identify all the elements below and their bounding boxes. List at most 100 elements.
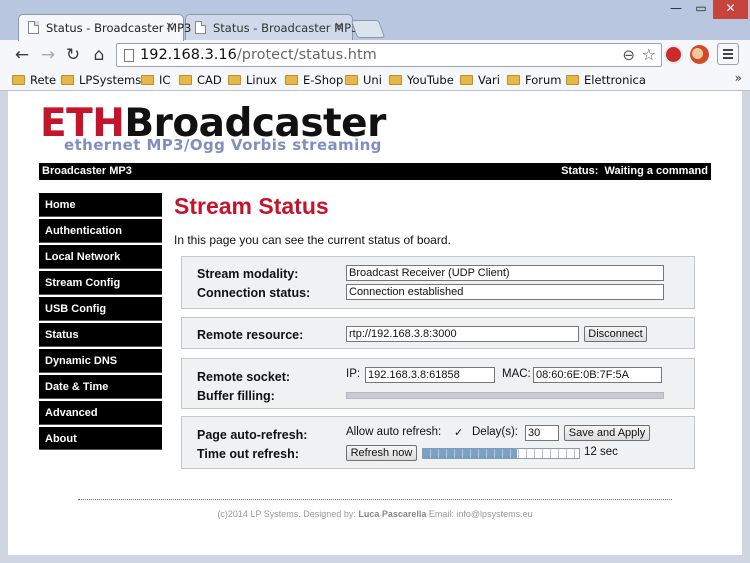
ip-field: 192.168.3.8:61858 [365,367,495,383]
bookmark-linux[interactable]: Linux [228,72,277,88]
remote-resource-field: rtp://192.168.3.8:3000 [346,326,579,342]
mac-label: MAC: [502,368,531,380]
bookmark-vari[interactable]: Vari [460,72,500,88]
footer-author: Luca Pascarella [358,509,427,519]
window-frame-bottom [0,555,750,563]
tab-close-icon[interactable]: × [165,19,175,33]
menu-item-local-network[interactable]: Local Network [39,245,162,269]
menu-item-status[interactable]: Status [39,323,162,347]
bookmark-label: Elettronica [584,73,646,87]
menu-item-advanced[interactable]: Advanced [39,401,162,425]
bookmark-star-icon[interactable]: ☆ [642,44,656,66]
web-page: ETHBroadcaster ethernet MP3/Ogg Vorbis s… [8,91,742,555]
folder-icon [61,75,74,85]
menu-item-usb-config[interactable]: USB Config [39,297,162,321]
url-text: 192.168.3.16/protect/status.htm [140,44,377,66]
bookmark-label: Linux [246,73,277,87]
connection-status-field: Connection established [346,284,664,300]
mac-field: 08:60:6E:0B:7F:5A [533,367,662,383]
menu-item-stream-config[interactable]: Stream Config [39,271,162,295]
page-favicon-icon [28,21,39,34]
folder-icon [345,75,358,85]
browser-menu-button[interactable] [717,43,739,65]
remote-resource-label: Remote resource: [197,328,304,342]
folder-icon [460,75,473,85]
header-status-label: Status: [561,165,599,177]
forward-button[interactable]: → [37,44,59,66]
bookmark-rete[interactable]: Rete [12,72,56,88]
folder-icon [507,75,520,85]
minimize-button[interactable]: — [663,0,689,19]
disconnect-button[interactable]: Disconnect [584,326,647,342]
bookmark-label: E-Shop [303,73,344,87]
bookmark-label: CAD [197,73,222,87]
timeout-seconds: 12 sec [584,446,618,458]
page-auto-refresh-label: Page auto-refresh: [197,428,308,442]
window-frame-right [742,91,750,563]
timeout-progress-bar [422,448,580,459]
menu-line [723,49,733,51]
footer-divider [78,499,672,500]
folder-icon [12,75,25,85]
page-favicon-icon [195,21,206,34]
menu-item-home[interactable]: Home [39,193,162,217]
home-button[interactable]: ⌂ [88,44,110,66]
tab-strip: Status - Broadcaster MP3 × Status - Broa… [0,0,750,41]
menu-line [723,53,733,55]
menu-item-authentication[interactable]: Authentication [39,219,162,243]
bookmark-label: LPSystems [79,73,142,87]
bookmark-uni[interactable]: Uni [345,72,382,88]
delay-input[interactable]: 30 [525,425,559,441]
bookmark-label: IC [159,73,171,87]
tab-status-second[interactable]: Status - Broadcaster MP3 × [185,14,358,41]
timeout-progress-ticks [423,449,579,458]
footer-copyright: (c)2014 LP Systems. Designed by: [217,509,356,519]
close-window-button[interactable]: ✕ [713,0,748,19]
bookmark-lpsystems[interactable]: LPSystems [61,72,141,88]
menu-item-dynamic-dns[interactable]: Dynamic DNS [39,349,162,373]
extension-avatar-icon[interactable] [690,45,709,64]
remote-socket-panel: Remote socket: IP: 192.168.3.8:61858 MAC… [181,358,695,409]
new-tab-button[interactable] [350,20,386,38]
time-out-refresh-label: Time out refresh: [197,447,299,461]
tab-status-active[interactable]: Status - Broadcaster MP3 × [18,14,191,41]
extension-stop-icon[interactable] [664,45,683,64]
bookmark-eshop[interactable]: E-Shop [285,72,343,88]
url-host: 192.168.3.16 [140,47,237,63]
footer-email[interactable]: Email: info@lpsystems.eu [429,509,533,519]
folder-icon [566,75,579,85]
auto-refresh-checkbox[interactable]: ✓ [454,427,465,438]
address-bar[interactable]: 192.168.3.16/protect/status.htm ⊖ ☆ [116,43,662,67]
refresh-now-button[interactable]: Refresh now [346,445,417,461]
url-path: /protect/status.htm [236,47,377,63]
buffer-filling-label: Buffer filling: [197,389,275,403]
bookmarks-bar: Rete LPSystems IC CAD Linux E-Shop Uni Y… [0,70,750,91]
back-button[interactable]: ← [11,44,33,66]
save-and-apply-button[interactable]: Save and Apply [564,425,650,441]
menu-item-date-time[interactable]: Date & Time [39,375,162,399]
bookmark-youtube[interactable]: YouTube [389,72,454,88]
allow-auto-refresh-label: Allow auto refresh: [346,426,442,438]
reload-button[interactable]: ↻ [62,44,84,66]
bookmark-forum[interactable]: Forum [507,72,561,88]
bookmark-ic[interactable]: IC [141,72,170,88]
stream-info-panel: Stream modality: Broadcast Receiver (UDP… [181,256,695,309]
footer: (c)2014 LP Systems. Designed by: Luca Pa… [8,509,742,519]
buffer-filling-bar [346,392,664,399]
tab-close-icon[interactable]: × [334,19,344,33]
menu-line [723,57,733,59]
refresh-panel: Page auto-refresh: Allow auto refresh: ✓… [181,416,695,469]
page-icon [124,49,134,62]
ip-label: IP: [346,368,361,380]
maximize-button[interactable]: ▭ [689,0,713,19]
menu-item-about[interactable]: About [39,427,162,450]
bookmark-label: Rete [30,73,57,87]
page-title: Stream Status [174,193,329,219]
bookmark-label: Vari [478,73,500,87]
bookmark-elettronica[interactable]: Elettronica [566,72,646,88]
header-status: Status: Waiting a command [561,163,708,180]
bookmarks-overflow-icon[interactable]: » [735,71,742,85]
zoom-icon[interactable]: ⊖ [622,44,635,66]
folder-icon [285,75,298,85]
bookmark-cad[interactable]: CAD [179,72,222,88]
